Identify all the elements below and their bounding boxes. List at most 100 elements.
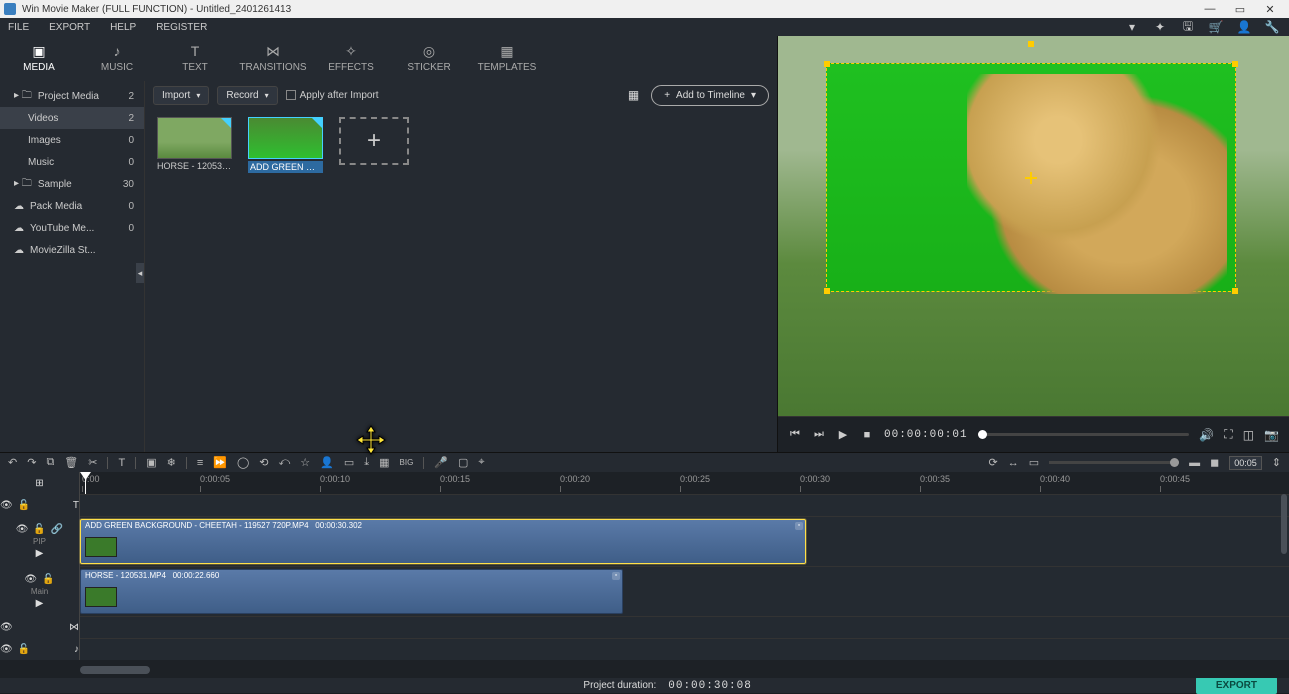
prev-frame-button[interactable]: ⏮ bbox=[788, 428, 802, 441]
tab-media[interactable]: ▣MEDIA bbox=[0, 40, 78, 81]
chroma-button[interactable]: 👤 bbox=[320, 456, 334, 469]
tab-transitions[interactable]: ⋈TRANSITIONS bbox=[234, 40, 312, 81]
add-media-button[interactable]: + bbox=[339, 117, 409, 165]
playhead[interactable] bbox=[85, 472, 86, 494]
main-track-head[interactable]: 👁🔓 Main ▶ bbox=[0, 566, 80, 616]
clip-fx-icon[interactable]: ▫ bbox=[795, 522, 803, 530]
next-frame-button[interactable]: ⏭ bbox=[812, 428, 826, 441]
export-button[interactable]: EXPORT bbox=[1196, 677, 1277, 694]
menu-help[interactable]: HELP bbox=[110, 22, 136, 33]
eye-icon[interactable]: 👁 bbox=[24, 574, 37, 585]
menu-file[interactable]: FILE bbox=[8, 22, 29, 33]
big-button[interactable]: BIG bbox=[400, 458, 414, 467]
lock-icon[interactable]: 🔓 bbox=[42, 574, 54, 585]
zoom-fit-icon[interactable]: ◼ bbox=[1210, 456, 1219, 469]
tab-templates[interactable]: ▦TEMPLATES bbox=[468, 40, 546, 81]
tab-effects[interactable]: ✧EFFECTS bbox=[312, 40, 390, 81]
reverse-button[interactable]: ⤺ bbox=[279, 456, 291, 469]
preview-viewport[interactable] bbox=[778, 36, 1289, 416]
seek-slider[interactable] bbox=[978, 433, 1190, 436]
rotate-button[interactable]: ⟲ bbox=[259, 456, 268, 469]
mic-button[interactable]: 🎤 bbox=[434, 456, 448, 469]
resize-handle[interactable] bbox=[1232, 61, 1238, 67]
cart-icon[interactable]: 🛒 bbox=[1207, 20, 1225, 34]
fullscreen-icon[interactable]: ⛶ bbox=[1224, 427, 1232, 442]
pip-button[interactable]: ▭ bbox=[344, 456, 354, 469]
text-track[interactable] bbox=[80, 494, 1289, 516]
sidebar-videos[interactable]: Videos2 bbox=[0, 107, 144, 129]
sidebar-music[interactable]: Music0 bbox=[0, 151, 144, 173]
record-dropdown[interactable]: Record▾ bbox=[217, 86, 277, 105]
transition-track[interactable] bbox=[80, 616, 1289, 638]
zoom-out-button[interactable]: ▭ bbox=[1029, 456, 1039, 469]
zoom-slider[interactable] bbox=[1049, 461, 1179, 464]
timeline-vertical-scrollbar[interactable] bbox=[1281, 494, 1287, 554]
add-to-timeline-button[interactable]: +Add to Timeline▾ bbox=[651, 85, 769, 106]
lock-icon[interactable]: 🔓 bbox=[18, 644, 30, 655]
view-grid-icon[interactable]: ▦ bbox=[628, 88, 639, 102]
eye-icon[interactable]: 👁 bbox=[0, 622, 13, 633]
media-clip-horse[interactable]: HORSE - 120531... bbox=[157, 117, 232, 173]
undo-button[interactable]: ↶ bbox=[8, 456, 17, 469]
rotate-handle[interactable] bbox=[1028, 41, 1034, 47]
apply-after-import-checkbox[interactable]: Apply after Import bbox=[286, 90, 379, 101]
split-button[interactable]: ✂ bbox=[88, 456, 97, 469]
center-handle-icon[interactable] bbox=[1025, 172, 1037, 184]
star-button[interactable]: ☆ bbox=[300, 456, 310, 469]
resize-handle[interactable] bbox=[824, 61, 830, 67]
collapse-sidebar-button[interactable]: ◂ bbox=[136, 263, 144, 283]
menu-export[interactable]: EXPORT bbox=[49, 22, 90, 33]
audio-track-head[interactable]: 👁🔓♪ bbox=[0, 638, 80, 660]
redo-button[interactable]: ↷ bbox=[27, 456, 36, 469]
mute-icon[interactable]: 🔊 bbox=[1199, 428, 1214, 442]
sidebar-sample[interactable]: ▸ 🗀Sample30 bbox=[0, 173, 144, 195]
menu-register[interactable]: REGISTER bbox=[156, 22, 207, 33]
account-icon[interactable]: 👤 bbox=[1235, 20, 1253, 34]
resize-handle[interactable] bbox=[824, 288, 830, 294]
maximize-button[interactable]: ▭ bbox=[1225, 3, 1255, 16]
copy-button[interactable]: ⧉ bbox=[46, 456, 54, 469]
text-track-head[interactable]: 👁🔓T bbox=[0, 494, 80, 516]
crop-button[interactable]: ▣ bbox=[146, 456, 156, 469]
settings-icon[interactable]: 🔧 bbox=[1263, 20, 1281, 34]
audio-track[interactable] bbox=[80, 638, 1289, 660]
target-button[interactable]: ⌖ bbox=[478, 456, 484, 469]
mosaic-button[interactable]: ▦ bbox=[379, 456, 389, 469]
eye-icon[interactable]: 👁 bbox=[0, 644, 13, 655]
fit-button[interactable]: ↔ bbox=[1008, 457, 1019, 469]
eye-icon[interactable]: 👁 bbox=[16, 524, 29, 535]
track-manager-button[interactable]: ⊞ bbox=[0, 472, 80, 494]
pip-track[interactable]: ADD GREEN BACKGROUND - CHEETAH - 119527 … bbox=[80, 516, 1289, 566]
zoom-stepper[interactable]: ⇕ bbox=[1272, 456, 1281, 469]
snapshot-icon[interactable]: 📷 bbox=[1264, 428, 1279, 442]
minimize-button[interactable]: — bbox=[1195, 3, 1225, 15]
eye-icon[interactable]: 👁 bbox=[0, 500, 13, 511]
clip-cheetah[interactable]: ADD GREEN BACKGROUND - CHEETAH - 119527 … bbox=[80, 519, 806, 564]
media-clip-cheetah[interactable]: ADD GREEN BAC... bbox=[248, 117, 323, 173]
align-button[interactable]: ≡ bbox=[197, 457, 203, 469]
time-ruler[interactable]: 0:00 0:00:05 0:00:10 0:00:15 0:00:20 0:0… bbox=[80, 472, 1289, 494]
freeze-button[interactable]: ❄ bbox=[167, 456, 176, 469]
notify-icon[interactable]: ▾ bbox=[1123, 20, 1141, 34]
import-dropdown[interactable]: Import▾ bbox=[153, 86, 209, 105]
clip-horse[interactable]: HORSE - 120531.MP4 00:00:22.660 ▫ bbox=[80, 569, 623, 614]
preview-pip-layer[interactable] bbox=[826, 63, 1236, 292]
play-button[interactable]: ▶ bbox=[836, 428, 850, 441]
tab-sticker[interactable]: ◎STICKER bbox=[390, 40, 468, 81]
link-icon[interactable]: 🔗 bbox=[51, 524, 63, 535]
pip-track-head[interactable]: 👁🔓🔗 PIP ▶ bbox=[0, 516, 80, 566]
zoom-in-button[interactable]: ▬ bbox=[1189, 457, 1200, 469]
clip-fx-icon[interactable]: ▫ bbox=[612, 572, 620, 580]
save-icon[interactable]: 🖫 bbox=[1179, 17, 1197, 38]
resize-handle[interactable] bbox=[1232, 288, 1238, 294]
sidebar-pack-media[interactable]: ☁Pack Media0 bbox=[0, 195, 144, 217]
sidebar-youtube[interactable]: ☁YouTube Me...0 bbox=[0, 217, 144, 239]
delete-button[interactable]: 🗑 bbox=[64, 456, 78, 469]
tab-text[interactable]: TTEXT bbox=[156, 40, 234, 81]
text-tool-button[interactable]: T bbox=[118, 457, 125, 469]
tab-music[interactable]: ♪MUSIC bbox=[78, 40, 156, 81]
lock-icon[interactable]: 🔓 bbox=[33, 524, 45, 535]
zoom-level[interactable]: 00:05 bbox=[1229, 456, 1262, 470]
sync-button[interactable]: ⟳ bbox=[988, 456, 997, 469]
mark-button[interactable]: ⤓ bbox=[364, 456, 369, 469]
